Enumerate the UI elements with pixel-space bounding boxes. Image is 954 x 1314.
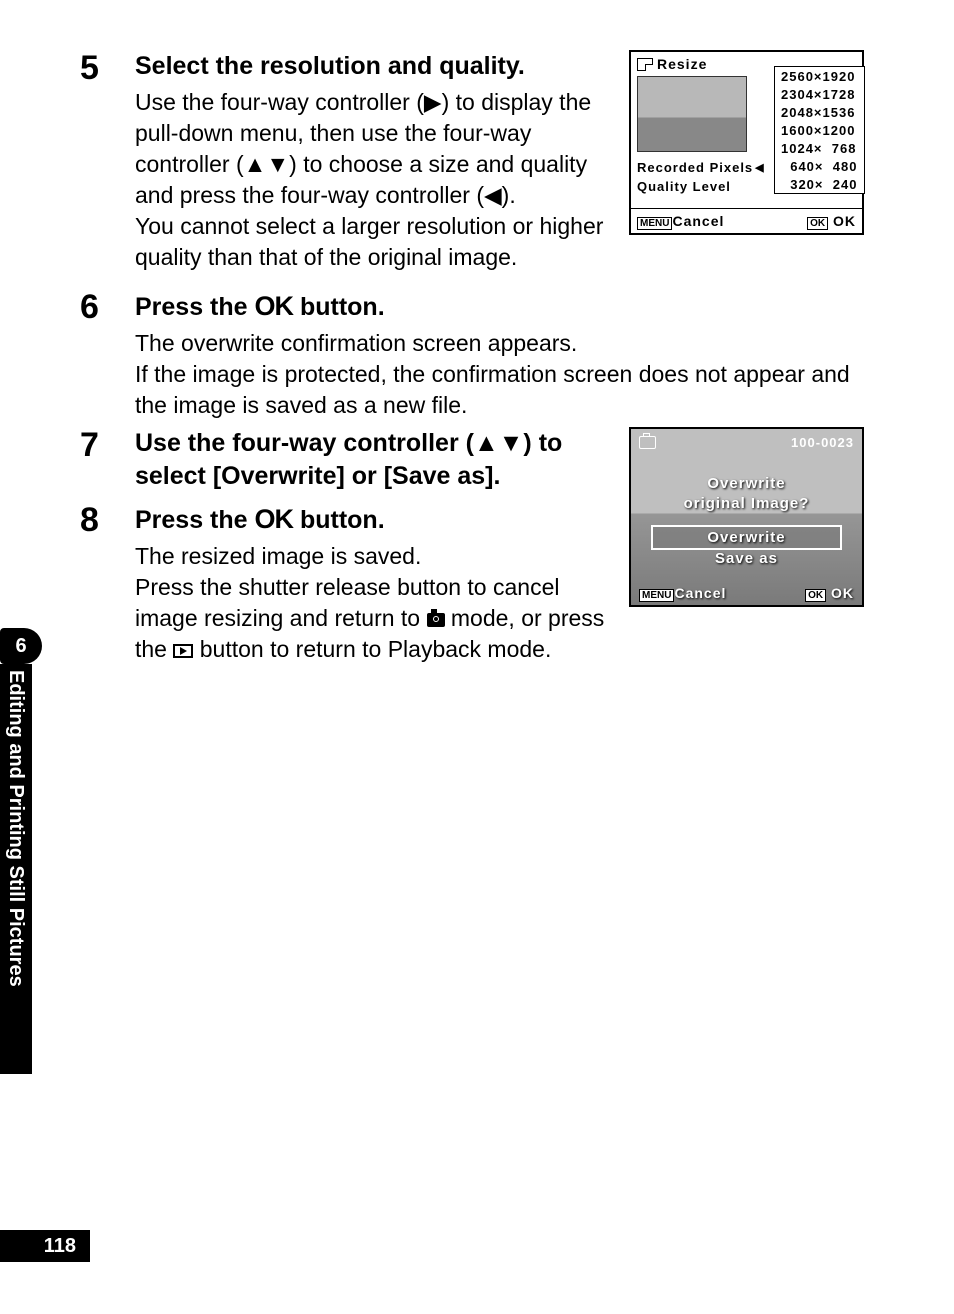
- cancel-label: Cancel: [672, 213, 724, 229]
- step-title: Press the OK button.: [135, 502, 611, 537]
- step-7: 7 Use the four-way controller (▲▼) to se…: [80, 427, 611, 496]
- chapter-label: Editing and Printing Still Pictures: [0, 664, 32, 1074]
- confirm-message: Overwrite original Image?: [631, 474, 862, 513]
- step-number: 8: [80, 502, 135, 665]
- lcd-row-label: Recorded Pixels: [637, 160, 753, 175]
- step-desc: You cannot select a larger resolution or…: [135, 211, 611, 273]
- step-title: Use the four-way controller (▲▼) to sele…: [135, 427, 611, 492]
- chapter-number: 6: [0, 628, 42, 664]
- step-8: 8 Press the OK button. The resized image…: [80, 502, 611, 665]
- dropdown-item: 1024× 768: [775, 139, 864, 157]
- resize-icon: [637, 58, 653, 71]
- cancel-label: Cancel: [674, 585, 726, 601]
- file-number: 100-0023: [791, 435, 854, 450]
- step-5: 5 Select the resolution and quality. Use…: [80, 50, 611, 273]
- page-number: 118: [0, 1230, 90, 1262]
- dropdown-item: 2560×1920: [775, 67, 864, 85]
- resolution-dropdown: 2560×1920 2304×1728 2048×1536 1600×1200 …: [774, 66, 865, 194]
- ok-glyph: OK: [255, 504, 294, 534]
- step-desc: The overwrite confirmation screen appear…: [135, 328, 864, 359]
- step-title-text: Press the: [135, 506, 255, 534]
- step-title: Select the resolution and quality.: [135, 50, 611, 83]
- ok-label: OK: [831, 585, 854, 601]
- step-7-8-row: 7 Use the four-way controller (▲▼) to se…: [80, 427, 864, 671]
- lcd-overwrite-screen: 100-0023 Overwrite original Image? Overw…: [629, 427, 864, 607]
- option-overwrite: Overwrite: [653, 527, 840, 548]
- step-number: 5: [80, 50, 135, 273]
- step-6: 6 Press the OK button. The overwrite con…: [80, 289, 864, 421]
- lcd-resize-screen: Resize Recorded Pixels ◀ Quality Level 2…: [629, 50, 864, 235]
- chapter-tab: 6 Editing and Printing Still Pictures: [0, 628, 42, 1078]
- dropdown-item: 1600×1200: [775, 121, 864, 139]
- lcd-footer: MENUCancel OK OK: [631, 208, 862, 233]
- camera-icon: [427, 613, 445, 627]
- playback-icon: [173, 644, 193, 658]
- dropdown-item: 640× 480: [775, 157, 864, 175]
- dropdown-item: 2304×1728: [775, 85, 864, 103]
- manual-page: 5 Select the resolution and quality. Use…: [0, 0, 954, 1314]
- step-desc: Press the shutter release button to canc…: [135, 572, 611, 665]
- ok-button-icon: OK: [805, 589, 826, 602]
- lcd-title-text: Resize: [657, 56, 707, 72]
- ok-button-icon: OK: [807, 217, 828, 230]
- dropdown-item: 320× 240: [775, 175, 864, 193]
- dropdown-item: 2048×1536: [775, 103, 864, 121]
- step-title-text: button.: [293, 293, 385, 321]
- lcd-row-label: Quality Level: [637, 179, 731, 194]
- step-desc: If the image is protected, the confirmat…: [135, 359, 864, 421]
- lcd-thumbnail: [637, 76, 747, 152]
- step-title-text: button.: [293, 506, 385, 534]
- camera-icon: [639, 436, 656, 449]
- step-5-row: 5 Select the resolution and quality. Use…: [80, 50, 864, 279]
- left-arrow-icon: ◀: [755, 161, 764, 174]
- option-save-as: Save as: [631, 548, 862, 569]
- step-title-text: Press the: [135, 293, 255, 321]
- menu-button-icon: MENU: [639, 589, 674, 602]
- ok-label: OK: [833, 213, 856, 229]
- step-number: 6: [80, 289, 135, 421]
- step-number: 7: [80, 427, 135, 496]
- menu-button-icon: MENU: [637, 217, 672, 230]
- lcd-footer: MENUCancel OK OK: [631, 585, 862, 601]
- step-desc: The resized image is saved.: [135, 541, 611, 572]
- step-title: Press the OK button.: [135, 289, 864, 324]
- ok-glyph: OK: [255, 291, 294, 321]
- step-desc: Use the four-way controller (▶) to displ…: [135, 87, 611, 211]
